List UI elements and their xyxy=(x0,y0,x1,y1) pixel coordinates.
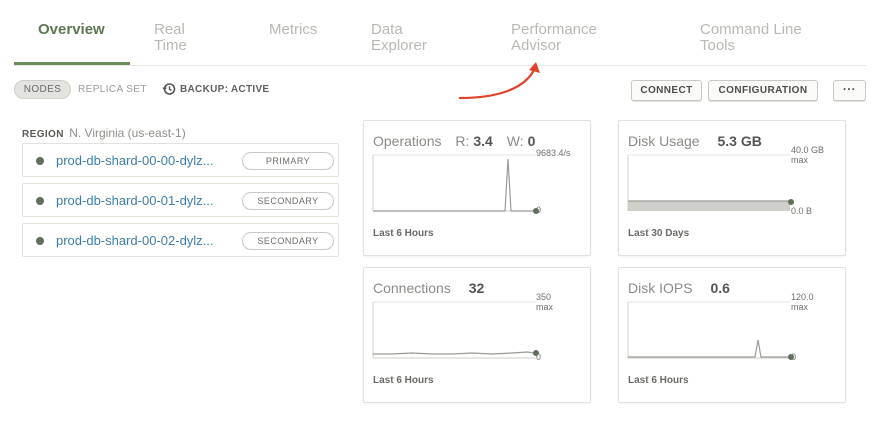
card-title-label: Disk Usage xyxy=(628,133,700,149)
sparkline-chart xyxy=(627,154,794,211)
chart-period: Last 6 Hours xyxy=(628,375,689,386)
replica-set-toggle[interactable]: REPLICA SET xyxy=(78,84,147,95)
chart-zero-label: 0 xyxy=(536,352,542,362)
nodes-toggle[interactable]: NODES xyxy=(14,80,71,99)
chart-zero-label: 0.0 B xyxy=(791,206,813,216)
sparkline-chart xyxy=(372,301,539,359)
connections-card[interactable]: Connections 32 350 max 0 Last 6 Hours xyxy=(363,267,591,403)
tab-overview[interactable]: Overview xyxy=(38,22,105,38)
card-title-label: Disk IOPS xyxy=(628,280,693,296)
card-title: Connections 32 xyxy=(373,280,484,296)
node-name-link[interactable]: prod-db-shard-00-00-dylz... xyxy=(56,153,214,168)
chart-period: Last 30 Days xyxy=(628,228,690,239)
tab-real-time[interactable]: Real Time xyxy=(154,22,187,54)
tab-performance-advisor[interactable]: Performance Advisor xyxy=(511,22,597,54)
card-title-label: Operations xyxy=(373,133,442,149)
operations-card[interactable]: Operations R: 3.4 W: 0 9683.4/s 0 Last 6 H… xyxy=(363,120,591,256)
list-item[interactable]: prod-db-shard-00-02-dylz... SECONDARY xyxy=(22,223,339,257)
tab-command-line-tools[interactable]: Command Line Tools xyxy=(700,22,802,54)
writes-value: 0 xyxy=(527,133,536,149)
disk-usage-value: 5.3 GB xyxy=(717,133,762,149)
role-badge: PRIMARY xyxy=(242,152,334,170)
node-name-link[interactable]: prod-db-shard-00-01-dylz... xyxy=(56,193,214,208)
tab-data-explorer[interactable]: Data Explorer xyxy=(371,22,427,54)
role-badge: SECONDARY xyxy=(242,232,334,250)
backup-status[interactable]: BACKUP: ACTIVE xyxy=(162,82,269,96)
sparkline-chart xyxy=(627,301,794,360)
card-title: Disk IOPS 0.6 xyxy=(628,280,730,296)
chart-zero-label: 0 xyxy=(536,205,542,215)
more-options-button[interactable]: ··· xyxy=(833,80,866,101)
tab-metrics[interactable]: Metrics xyxy=(269,22,317,38)
node-name-link[interactable]: prod-db-shard-00-02-dylz... xyxy=(56,233,214,248)
backup-label: BACKUP: ACTIVE xyxy=(180,83,270,95)
writes-label: W: xyxy=(506,133,524,149)
chart-period: Last 6 Hours xyxy=(373,375,434,386)
list-item[interactable]: prod-db-shard-00-00-dylz... PRIMARY xyxy=(22,143,339,177)
card-title-label: Connections xyxy=(373,280,451,296)
disk-usage-card[interactable]: Disk Usage 5.3 GB 40.0 GB max 0.0 B Last … xyxy=(618,120,846,256)
card-title: Disk Usage 5.3 GB xyxy=(628,133,762,149)
chart-zero-label: 0 xyxy=(791,352,797,362)
status-dot-icon xyxy=(36,197,44,205)
region-label: REGION xyxy=(22,129,64,140)
status-dot-icon xyxy=(36,237,44,245)
region-heading: REGION N. Virginia (us-east-1) xyxy=(22,126,186,140)
reads-label: R: xyxy=(455,133,470,149)
active-tab-indicator xyxy=(14,62,130,65)
card-title: Operations R: 3.4 W: 0 xyxy=(373,133,535,149)
annotation-arrow-icon xyxy=(458,62,540,100)
disk-iops-card[interactable]: Disk IOPS 0.6 120.0 max 0 Last 6 Hours xyxy=(618,267,846,403)
connections-value: 32 xyxy=(468,280,485,296)
role-badge: SECONDARY xyxy=(242,192,334,210)
sparkline-chart xyxy=(372,154,539,214)
history-icon xyxy=(162,83,176,95)
top-tab-bar: Overview Real Time Metrics Data Explorer… xyxy=(14,0,866,66)
status-dot-icon xyxy=(36,157,44,165)
region-value: N. Virginia (us-east-1) xyxy=(69,126,186,140)
configuration-button[interactable]: CONFIGURATION xyxy=(708,80,818,101)
list-item[interactable]: prod-db-shard-00-01-dylz... SECONDARY xyxy=(22,183,339,217)
disk-iops-value: 0.6 xyxy=(710,280,730,296)
chart-period: Last 6 Hours xyxy=(373,228,434,239)
connect-button[interactable]: CONNECT xyxy=(631,80,702,101)
reads-value: 3.4 xyxy=(473,133,493,149)
